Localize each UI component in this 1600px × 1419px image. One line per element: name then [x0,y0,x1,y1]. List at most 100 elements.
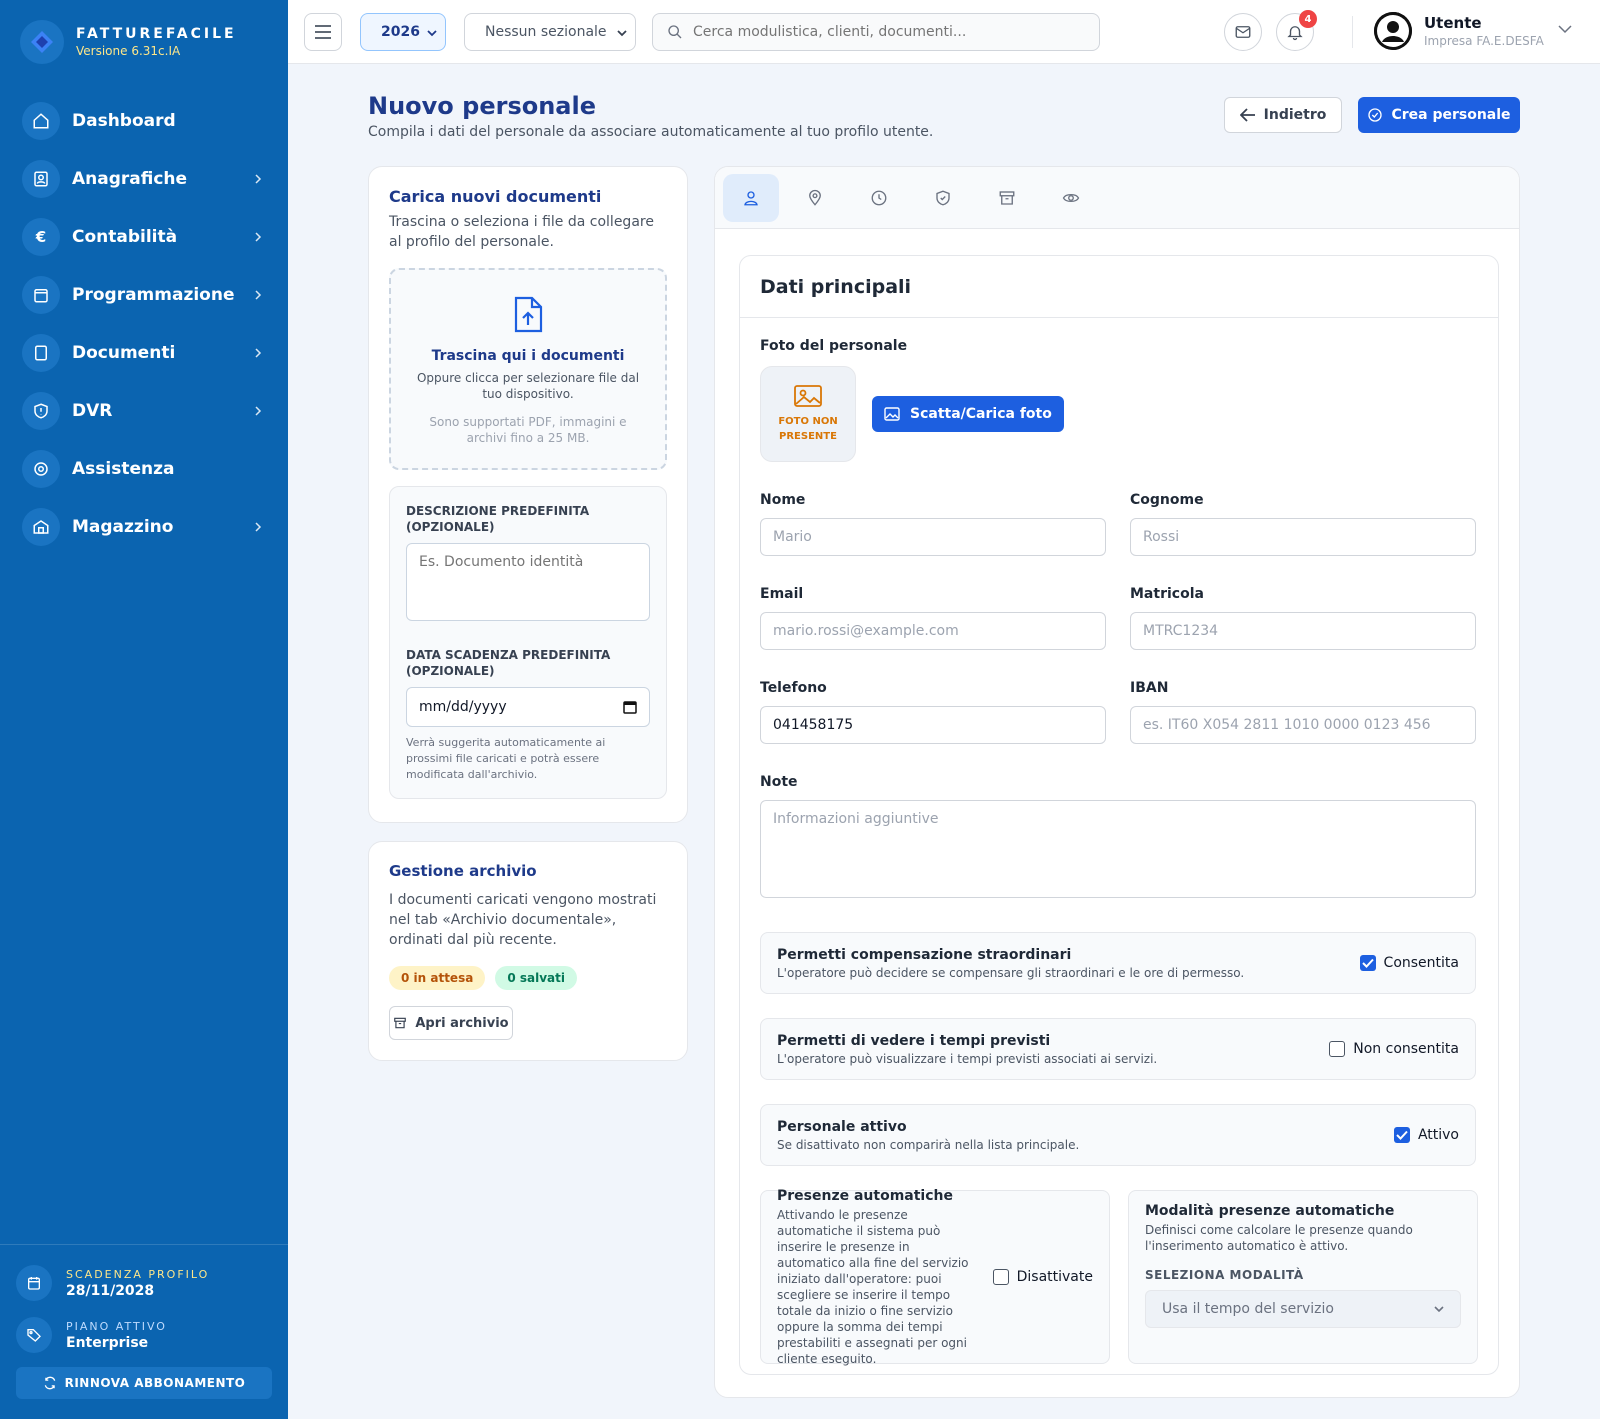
compensation-checkbox[interactable]: Consentita [1359,955,1459,971]
default-description-label: DESCRIZIONE PREDEFINITA (OPZIONALE) [406,504,590,534]
messages-button[interactable] [1224,13,1262,51]
file-upload-icon [514,296,543,333]
telefono-input[interactable] [760,706,1106,744]
archive-box-icon [394,1017,407,1029]
active-checkbox[interactable]: Attivo [1393,1127,1459,1143]
photo-button-label: Scatta/Carica foto [910,406,1052,422]
document-dropzone[interactable]: Trascina qui i documenti Oppure clicca p… [389,268,667,470]
create-personnel-button[interactable]: Crea personale [1358,97,1520,133]
chevron-down-icon [427,30,437,37]
attendance-mode-select-label: SELEZIONA MODALITÀ [1145,1268,1304,1282]
archive-description: I documenti caricati vengono mostrati ne… [389,892,657,948]
auto-attendance-checkbox[interactable]: Disattivate [992,1269,1093,1285]
personnel-form-card: Dati principali Foto del personale FOTO … [714,166,1520,1398]
sidebar-item-documenti[interactable]: Documenti [22,332,266,374]
cognome-field: Cognome [1130,492,1476,556]
warehouse-icon [22,508,60,546]
email-input[interactable] [760,612,1106,650]
chevron-right-icon [250,290,266,300]
menu-toggle-button[interactable] [304,13,342,51]
notifications-button[interactable]: 4 [1276,10,1317,51]
chevron-down-icon [617,30,627,37]
expiry-value: 28/11/2028 [66,1282,155,1299]
planned-times-checkbox[interactable]: Non consentita [1329,1041,1459,1057]
tab-security[interactable] [915,174,971,222]
user-company: Impresa FA.E.DESFA [1424,34,1544,48]
search-input[interactable] [693,24,1073,40]
telefono-field: Telefono [760,680,1106,744]
iban-input[interactable] [1130,706,1476,744]
euro-icon: € [22,218,60,256]
dropzone-description: Oppure clicca per selezionare file dal t… [416,371,640,401]
default-description-input[interactable] [406,543,650,621]
renew-label: RINNOVA ABBONAMENTO [64,1376,246,1390]
year-select[interactable]: 2026 [360,13,446,51]
attendance-mode-title: Modalità presenze automatiche [1145,1203,1395,1219]
attendance-mode-select[interactable]: Usa il tempo del servizio [1145,1290,1461,1328]
note-textarea[interactable] [760,800,1476,898]
checkbox-unchecked-icon[interactable] [992,1269,1009,1285]
compensation-toggle-box: Permetti compensazione straordinari L'op… [760,932,1476,994]
upload-documents-card: Carica nuovi documenti Trascina o selezi… [368,166,688,823]
chevron-right-icon [250,522,266,532]
chevron-down-icon[interactable] [1558,24,1572,34]
topbar: 2026 Nessun sezionale 4 Utente Impresa F… [288,0,1600,64]
checkbox-checked-icon[interactable] [1393,1127,1410,1143]
matricola-input[interactable] [1130,612,1476,650]
tab-preview[interactable] [1043,174,1099,222]
upload-title: Carica nuovi documenti [389,187,602,206]
cognome-label: Cognome [1130,492,1204,508]
nome-input[interactable] [760,518,1106,556]
sezionale-select[interactable]: Nessun sezionale [464,13,636,51]
user-menu[interactable]: Utente Impresa FA.E.DESFA [1374,12,1544,50]
attendance-mode-box: Modalità presenze automatiche Definisci … [1128,1190,1478,1364]
note-field: Note [760,774,1478,902]
sidebar-item-assistenza[interactable]: Assistenza [22,448,266,490]
sidebar-footer: SCADENZA PROFILO 28/11/2028 PIANO ATTIVO… [0,1244,288,1399]
pending-badge: 0 in attesa [389,966,486,990]
check-circle-icon [1368,108,1383,122]
back-button[interactable]: Indietro [1224,97,1342,133]
tab-archive[interactable] [979,174,1035,222]
take-upload-photo-button[interactable]: Scatta/Carica foto [872,396,1064,432]
tab-personal-data[interactable] [723,173,779,222]
chevron-right-icon [250,348,266,358]
document-icon [22,334,60,372]
home-icon [22,102,60,140]
checkbox-checked-icon[interactable] [1359,955,1376,971]
renew-subscription-button[interactable]: RINNOVA ABBONAMENTO [16,1367,272,1399]
compensation-desc: L'operatore può decidere se compensare g… [777,965,1245,980]
auto-attendance-box: Presenze automatiche Attivando le presen… [760,1188,1110,1366]
image-icon [884,407,900,421]
matricola-field: Matricola [1130,586,1476,650]
tab-schedule[interactable] [851,174,907,222]
brand-logo-icon [20,20,64,64]
tab-address[interactable] [787,174,843,222]
default-expiry-note: Verrà suggerita automaticamente ai pross… [406,736,606,781]
dropzone-title: Trascina qui i documenti [431,348,625,364]
sidebar-item-contabilita[interactable]: € Contabilità [22,216,266,258]
iban-label: IBAN [1130,680,1169,696]
sidebar-item-programmazione[interactable]: Programmazione [22,274,266,316]
search-icon [668,25,682,39]
sidebar-item-dashboard[interactable]: Dashboard [22,100,266,142]
cognome-input[interactable] [1130,518,1476,556]
chevron-down-icon [1434,1306,1444,1313]
topbar-divider [1352,16,1353,48]
calendar-icon[interactable] [623,700,637,714]
auto-attendance-status: Disattivate [1016,1269,1093,1285]
sidebar-item-dvr[interactable]: DVR [22,390,266,432]
mail-icon [1235,26,1251,38]
checkbox-unchecked-icon[interactable] [1329,1041,1346,1057]
sidebar-item-label: Magazzino [72,517,174,537]
sidebar-item-anagrafiche[interactable]: Anagrafiche [22,158,266,200]
sezionale-value: Nessun sezionale [485,24,607,40]
open-archive-button[interactable]: Apri archivio [389,1006,513,1040]
back-label: Indietro [1263,107,1327,123]
compensation-status: Consentita [1383,955,1459,971]
brand[interactable]: FATTUREFACILE Versione 6.31c.IA [20,20,237,64]
sidebar-item-magazzino[interactable]: Magazzino [22,506,266,548]
default-expiry-date-input[interactable]: mm/dd/yyyy [406,687,650,727]
matricola-label: Matricola [1130,586,1204,602]
location-pin-icon [809,189,821,206]
